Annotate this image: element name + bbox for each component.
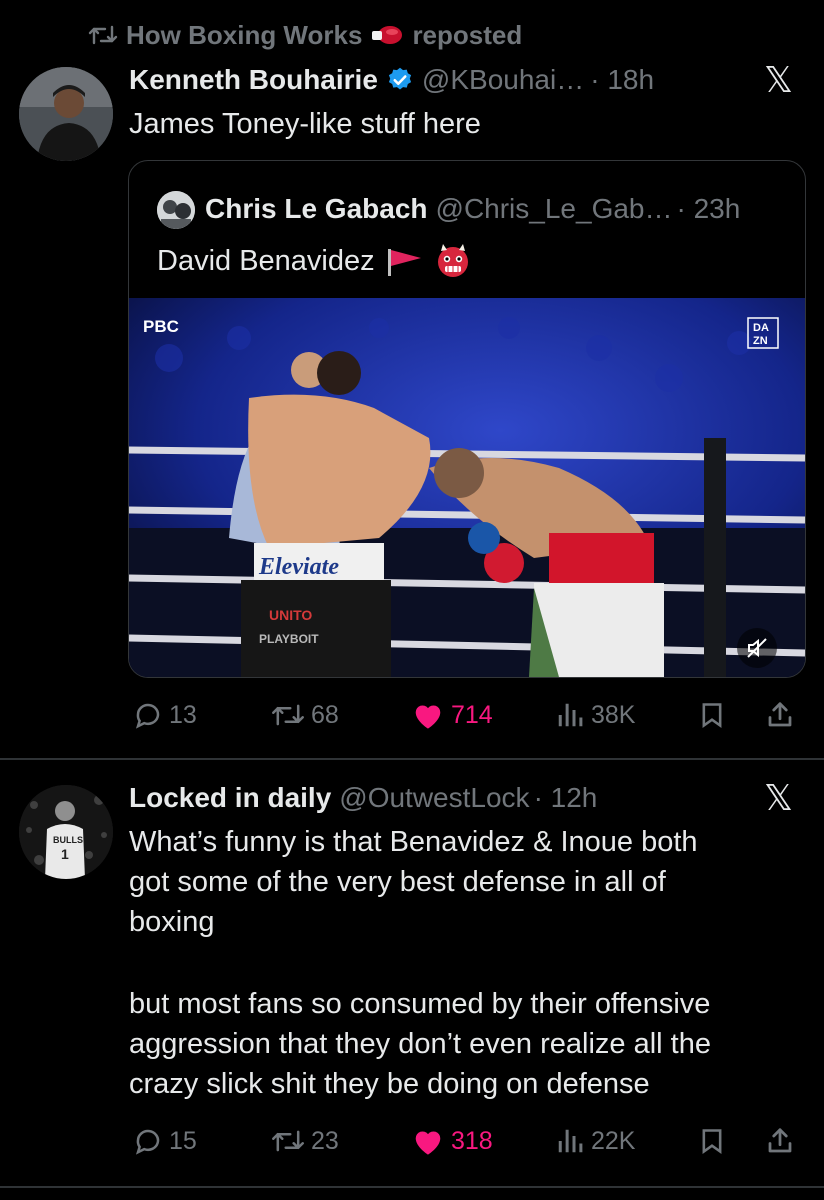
repost-button[interactable]: 23 [271,1126,339,1156]
reply-count: 13 [169,700,197,729]
bookmark-button[interactable] [698,700,726,730]
share-button[interactable] [765,700,795,730]
like-count: 714 [451,700,493,729]
repost-suffix: reposted [412,19,523,50]
x-logo-icon: 𝕏 [764,60,794,101]
trunks-sponsor: Eleviate [258,554,339,580]
x-logo-icon: 𝕏 [764,778,794,819]
quote-header: Chris Le Gabach @Chris_Le_Gab… · 23h [205,191,740,227]
share-button[interactable] [765,1126,795,1156]
tweet-time[interactable]: · 18h [590,64,654,96]
author-name[interactable]: Locked in daily [129,782,331,814]
tweet2-text: What’s funny is that Benavidez & Inoue b… [129,822,809,1104]
tweet-time[interactable]: · 12h [534,782,598,814]
ogre-emoji-icon [437,244,468,277]
quote-author-handle[interactable]: @Chris_Le_Gab… [436,193,673,225]
mute-button[interactable] [737,628,777,668]
repost-icon [272,1130,304,1152]
repost-button[interactable]: 68 [271,700,339,730]
tweet1-text: James Toney-like stuff here [129,108,481,140]
repost-count: 23 [311,1126,339,1155]
bookmark-icon [702,1129,722,1154]
tweet2-line: got some of the very best defense in all… [129,866,666,898]
reply-button[interactable]: 15 [133,1126,197,1156]
quoted-tweet-card[interactable]: Chris Le Gabach @Chris_Le_Gab… · 23h Dav… [128,160,806,678]
repost-count: 68 [311,700,339,729]
views-button[interactable]: 38K [555,700,635,730]
view-count: 38K [591,700,636,729]
red-flag-icon [387,249,421,276]
quote-author-name[interactable]: Chris Le Gabach [205,193,428,225]
avatar-chris[interactable] [157,191,195,229]
tweet1-header: Kenneth Bouhairie @KBouhai… · 18h [129,62,654,98]
like-button[interactable]: 714 [411,700,493,730]
tweet2-line: What’s funny is that Benavidez & Inoue b… [129,826,698,858]
reply-count: 15 [169,1126,197,1155]
views-bar-chart-icon [558,1129,583,1153]
author-name[interactable]: Kenneth Bouhairie [129,64,378,96]
trunks-logo-2: UNITO [269,607,312,623]
tweet2-header: Locked in daily @OutwestLock · 12h [129,780,597,816]
tweet2-line: crazy slick shit they be doing on defens… [129,1068,650,1100]
repost-header[interactable]: How Boxing Works reposted [88,18,522,52]
repost-account-name[interactable]: How Boxing Works [126,20,362,51]
like-button[interactable]: 318 [411,1126,493,1156]
video-player[interactable]: Eleviate UNITO PLAYBOIT PBC DA ZN [129,298,805,677]
share-icon [768,1128,792,1153]
reply-icon [135,1129,160,1155]
heart-filled-icon [415,1131,441,1155]
avatar-locked-in-daily[interactable]: BULLS 1 [19,785,113,879]
like-count: 318 [451,1126,493,1155]
quote-text: David Benavidez [157,245,375,277]
tweet2-line: but most fans so consumed by their offen… [129,988,711,1020]
muted-speaker-icon [747,638,767,658]
view-count: 22K [591,1126,636,1155]
views-button[interactable]: 22K [555,1126,635,1156]
boxing-video-frame: Eleviate UNITO PLAYBOIT PBC DA ZN [129,298,805,677]
repost-icon [88,25,118,45]
tweet2-actions: 15 23 318 22K [133,1124,803,1158]
video-network-dazn-1: DA [753,322,769,334]
trunks-logo-3: PLAYBOIT [259,632,319,646]
tweet-divider [0,758,824,760]
share-icon [768,702,792,727]
video-network-dazn-2: ZN [753,335,768,347]
reply-button[interactable]: 13 [133,700,197,730]
reply-icon [135,703,160,729]
tweet2-line: aggression that they don’t even realize … [129,1028,711,1060]
svg-text:BULLS: BULLS [53,835,83,845]
verified-badge-icon [388,67,412,90]
bookmark-button[interactable] [698,1126,726,1156]
boxing-glove-icon [372,26,403,44]
author-handle[interactable]: @OutwestLock [339,782,529,814]
repost-icon [272,704,304,726]
avatar-kenneth[interactable] [19,67,113,161]
bookmark-icon [702,703,722,728]
heart-filled-icon [415,705,441,729]
quote-time: · 23h [676,193,741,224]
video-network-pbc: PBC [143,317,179,336]
tweet2-line: boxing [129,906,215,938]
quote-text-line: David Benavidez [157,241,473,281]
tweet-divider [0,1186,824,1188]
views-bar-chart-icon [558,703,583,727]
author-handle[interactable]: @KBouhai… [422,64,584,96]
svg-text:1: 1 [61,846,69,862]
tweet1-actions: 13 68 714 38K [133,698,803,732]
